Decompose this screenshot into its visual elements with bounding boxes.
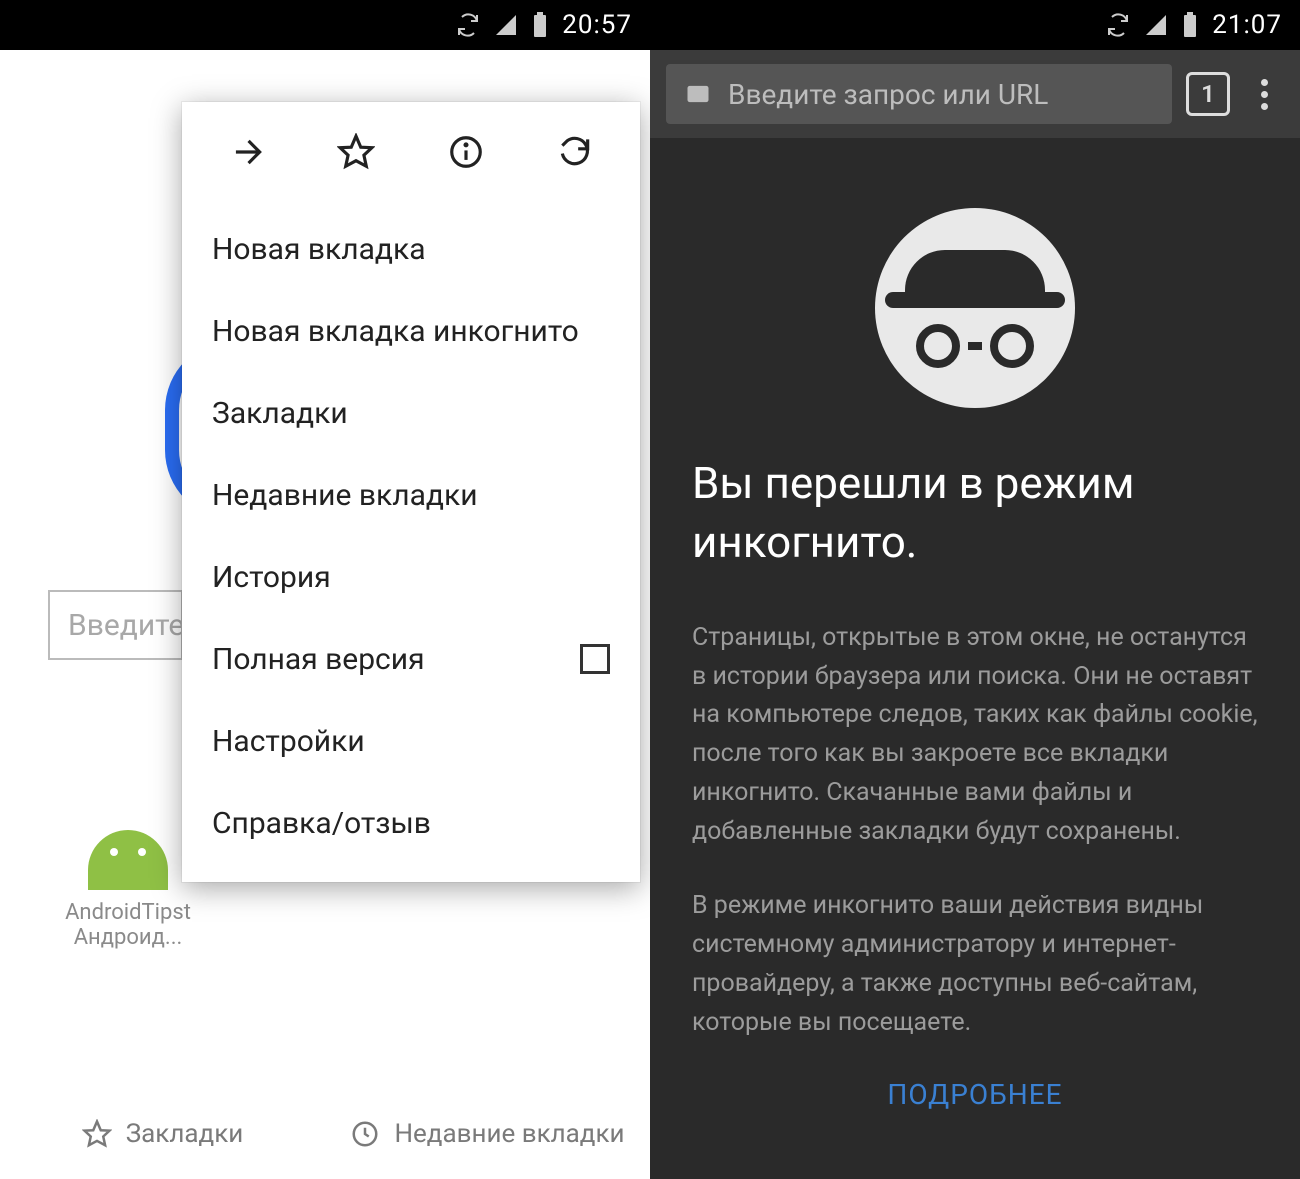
menu-top-actions bbox=[182, 102, 640, 202]
incognito-paragraph-1: Страницы, открытые в этом окне, не остан… bbox=[692, 619, 1258, 852]
incognito-content: Вы перешли в режим инкогнито. Страницы, … bbox=[650, 138, 1300, 1179]
menu-history[interactable]: История bbox=[182, 536, 640, 618]
search-input[interactable]: Введите bbox=[48, 590, 183, 660]
forward-button[interactable] bbox=[217, 122, 277, 182]
clock-icon bbox=[350, 1119, 380, 1149]
bottombar-recent-label: Недавние вкладки bbox=[394, 1119, 624, 1149]
menu-help-feedback[interactable]: Справка/отзыв bbox=[182, 782, 640, 864]
browser-new-tab: Введите AndroidTipst Андроид... Закладки… bbox=[0, 50, 650, 1179]
status-bar: 21:07 bbox=[650, 0, 1300, 50]
sync-icon bbox=[456, 13, 480, 37]
android-icon bbox=[88, 830, 168, 890]
status-time: 21:07 bbox=[1212, 10, 1282, 40]
info-button[interactable] bbox=[436, 122, 496, 182]
battery-icon bbox=[1182, 12, 1198, 38]
search-placeholder: Введите bbox=[68, 608, 183, 643]
incognito-badge-icon bbox=[684, 80, 712, 108]
address-placeholder: Введите запрос или URL bbox=[728, 78, 1048, 111]
bottom-bar: Закладки Недавние вкладки bbox=[0, 1089, 650, 1179]
status-bar: 20:57 bbox=[0, 0, 650, 50]
incognito-title: Вы перешли в режим инкогнито. bbox=[692, 454, 1258, 573]
overflow-menu: Новая вкладка Новая вкладка инкогнито За… bbox=[182, 102, 640, 882]
checkbox-icon[interactable] bbox=[580, 644, 610, 674]
screenshot-right: 21:07 Введите запрос или URL 1 Вы перешл… bbox=[650, 0, 1300, 1179]
screenshot-left: 20:57 Введите AndroidTipst Андроид... За… bbox=[0, 0, 650, 1179]
browser-toolbar: Введите запрос или URL 1 bbox=[650, 50, 1300, 138]
reload-button[interactable] bbox=[545, 122, 605, 182]
tab-count: 1 bbox=[1201, 80, 1215, 108]
shortcut-title-line1: AndroidTipst bbox=[48, 900, 208, 925]
shortcut-title-line2: Андроид... bbox=[48, 925, 208, 950]
bookmark-star-button[interactable] bbox=[326, 122, 386, 182]
menu-desktop-site[interactable]: Полная версия bbox=[182, 618, 640, 700]
status-time: 20:57 bbox=[562, 10, 632, 40]
star-icon bbox=[82, 1119, 112, 1149]
bottombar-bookmarks-label: Закладки bbox=[126, 1119, 244, 1149]
incognito-icon bbox=[875, 208, 1075, 408]
incognito-page: Введите запрос или URL 1 Вы перешли в ре… bbox=[650, 50, 1300, 1179]
menu-new-tab[interactable]: Новая вкладка bbox=[182, 208, 640, 290]
menu-items: Новая вкладка Новая вкладка инкогнито За… bbox=[182, 202, 640, 882]
signal-icon bbox=[494, 13, 518, 37]
incognito-paragraph-2: В режиме инкогнито ваши действия видны с… bbox=[692, 887, 1258, 1042]
menu-bookmarks[interactable]: Закладки bbox=[182, 372, 640, 454]
tab-switcher-button[interactable]: 1 bbox=[1186, 72, 1230, 116]
sync-icon bbox=[1106, 13, 1130, 37]
address-bar[interactable]: Введите запрос или URL bbox=[666, 64, 1172, 124]
bottombar-bookmarks[interactable]: Закладки bbox=[0, 1119, 325, 1149]
menu-settings[interactable]: Настройки bbox=[182, 700, 640, 782]
learn-more-link[interactable]: ПОДРОБНЕЕ bbox=[692, 1078, 1258, 1111]
menu-new-incognito-tab[interactable]: Новая вкладка инкогнито bbox=[182, 290, 640, 372]
menu-recent-tabs[interactable]: Недавние вкладки bbox=[182, 454, 640, 536]
bottombar-recent[interactable]: Недавние вкладки bbox=[325, 1119, 650, 1149]
battery-icon bbox=[532, 12, 548, 38]
overflow-menu-button[interactable] bbox=[1244, 72, 1284, 116]
signal-icon bbox=[1144, 13, 1168, 37]
